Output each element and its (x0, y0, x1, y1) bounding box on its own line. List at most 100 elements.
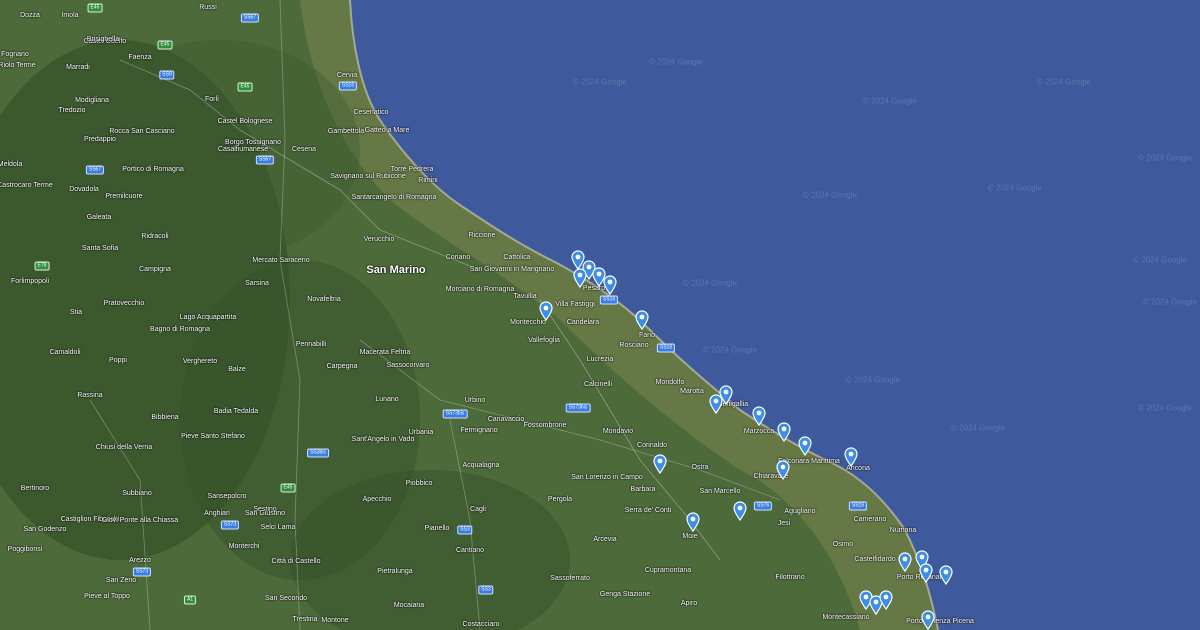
location-pin-icon[interactable] (844, 447, 858, 468)
place-label: Cesena (291, 146, 317, 153)
place-label: Borgo Tossignano (225, 139, 281, 146)
place-label: Lucrezia (586, 356, 614, 363)
location-pin-icon[interactable] (709, 394, 723, 415)
location-pin-icon[interactable] (752, 406, 766, 427)
road-shield: SS9 (159, 70, 175, 80)
road-shield: E45 (157, 40, 173, 50)
location-pin-icon[interactable] (879, 590, 893, 611)
place-label: Rosciano (619, 342, 649, 349)
place-label: Rassina (77, 392, 103, 399)
place-label: Sassocorvaro (386, 362, 430, 369)
google-watermark: © 2024 Google (703, 345, 757, 355)
place-label: Trestina (292, 616, 318, 623)
place-label: Bagno di Romagna (150, 326, 210, 333)
place-label: Dovadola (69, 186, 99, 193)
place-label: Dozza (20, 12, 40, 19)
place-label: Costacciaro (462, 621, 500, 628)
place-label: Lago Acquapartita (179, 314, 237, 321)
place-label: Agugliano (784, 508, 816, 515)
place-label: Tredozio (58, 107, 86, 114)
place-label: Serra de' Conti (624, 507, 672, 514)
road-shield: SS16 (338, 81, 358, 91)
place-label: Arcevia (593, 536, 617, 543)
google-watermark: © 2024 Google (951, 423, 1005, 433)
location-pin-icon[interactable] (777, 422, 791, 443)
place-label: Riolo Terme (0, 62, 36, 69)
google-watermark: © 2024 Google (863, 96, 917, 106)
place-label: Rimini (418, 177, 438, 184)
google-watermark: © 2024 Google (1133, 255, 1187, 265)
location-pin-icon[interactable] (921, 610, 935, 630)
road-shield: SS3 (478, 585, 494, 595)
place-label: San Godenzo (23, 526, 67, 533)
google-watermark: © 2024 Google (683, 278, 737, 288)
place-label: Castel Bolognese (217, 118, 273, 125)
place-label: Cagli (470, 506, 486, 513)
place-label: Fermignano (460, 427, 498, 434)
place-label: Meldola (0, 161, 23, 168)
place-label: Galeata (86, 214, 112, 221)
location-pin-icon[interactable] (919, 563, 933, 584)
place-label: San Marino (366, 264, 426, 276)
satellite-map[interactable]: Dozza Imola Russi Cervia Castel Guelfo Faenza… (0, 0, 1200, 630)
place-label: Balze (228, 366, 246, 373)
place-label: Piobbico (405, 480, 433, 487)
place-label: Castrocaro Terme (0, 182, 53, 189)
place-label: Calcinelli (583, 381, 613, 388)
road-shield: SS73bis (442, 409, 468, 419)
place-label: Filottrano (775, 574, 805, 581)
location-pin-icon[interactable] (539, 301, 553, 322)
place-label: Monterchi (228, 543, 260, 550)
place-label: Sant'Angelo in Vado (351, 436, 415, 443)
google-watermark: © 2024 Google (649, 57, 703, 67)
location-pin-icon[interactable] (686, 512, 700, 533)
place-label: Rocca San Casciano (109, 128, 175, 135)
road-shield: SS73bis (565, 403, 591, 413)
place-label: Pietralunga (377, 568, 413, 575)
location-pin-icon[interactable] (603, 275, 617, 296)
location-pin-icon[interactable] (573, 268, 587, 289)
road-shield: SS67 (85, 165, 105, 175)
location-pin-icon[interactable] (733, 501, 747, 522)
place-label: Anghiari (204, 510, 230, 517)
place-label: Fognano (1, 51, 29, 58)
place-label: Verghereto (182, 358, 218, 365)
location-pin-icon[interactable] (939, 565, 953, 586)
place-label: Poggibonsi (7, 546, 43, 553)
location-pin-icon[interactable] (776, 460, 790, 481)
location-pin-icon[interactable] (898, 552, 912, 573)
road-shield: SS73 (132, 567, 152, 577)
place-label: Urbino (464, 397, 486, 404)
place-label: Acqualagna (462, 462, 500, 469)
place-label: Canavaccio (487, 416, 525, 423)
place-label: Fossombrone (523, 422, 567, 429)
place-label: Morciano di Romagna (445, 286, 515, 293)
location-pin-icon[interactable] (798, 436, 812, 457)
road-shield: SS67 (240, 13, 260, 23)
place-label: Vallefoglia (528, 337, 560, 344)
road-shield: E78 (34, 261, 50, 271)
place-label: Mondavio (602, 428, 634, 435)
road-shield: E45 (280, 483, 296, 493)
place-label: Città di Castello (271, 558, 321, 565)
place-label: Cervia (336, 72, 358, 79)
location-pin-icon[interactable] (653, 454, 667, 475)
place-label: Macerata Feltria (359, 349, 411, 356)
location-pin-icon[interactable] (635, 310, 649, 331)
place-label: Montone (321, 617, 349, 624)
place-label: Marotta (680, 388, 704, 395)
place-label: Predappio (84, 136, 116, 143)
place-label: San Marcello (699, 488, 741, 495)
place-label: Portico di Romagna (122, 166, 184, 173)
road-shield: SS3bis (307, 448, 329, 458)
place-label: Brisighella (86, 36, 120, 43)
place-label: San Giustino (244, 510, 286, 517)
place-label: Apecchio (362, 496, 392, 503)
google-watermark: © 2024 Google (573, 77, 627, 87)
place-label: Villa Fastiggi (555, 301, 595, 308)
place-label: Corinaldo (637, 442, 667, 449)
google-watermark: © 2024 Google (1037, 77, 1091, 87)
road-shield: SS16 (656, 343, 676, 353)
road-shield: SS67 (255, 155, 275, 165)
road-shield: A1 (183, 595, 197, 605)
